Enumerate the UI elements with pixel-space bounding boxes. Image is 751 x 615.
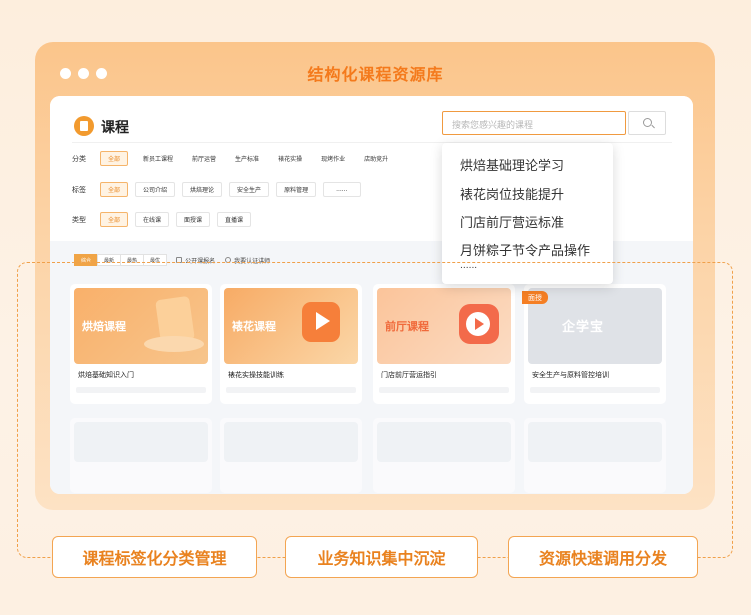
chip[interactable]: 在线课 (135, 212, 170, 227)
search-input[interactable]: 搜索您感兴趣的课程 (442, 111, 626, 135)
chip[interactable]: 裱花实操 (270, 151, 310, 166)
filter-row-tag: 标签 全部 公司介绍 烘焙理论 安全生产 原料管理 ...... (72, 182, 368, 197)
chip[interactable]: 店助竞升 (356, 151, 396, 166)
filter-label: 标签 (72, 185, 86, 194)
dashed-outline (17, 262, 733, 558)
feature-pill: 课程标签化分类管理 (52, 536, 257, 578)
search-button[interactable] (628, 111, 666, 135)
suggestion-item[interactable]: 裱花岗位技能提升 (460, 184, 564, 203)
suggestion-item[interactable]: 门店前厅营运标准 (460, 212, 564, 231)
chip[interactable]: 烘焙理论 (182, 182, 223, 197)
chip[interactable]: 安全生产 (229, 182, 270, 197)
feature-pill: 业务知识集中沉淀 (285, 536, 478, 578)
chip[interactable]: 公司介绍 (135, 182, 176, 197)
filter-label: 分类 (72, 154, 86, 163)
course-logo-icon (74, 116, 94, 136)
chip[interactable]: 前厅运营 (184, 151, 224, 166)
page-title: 课程 (101, 120, 129, 136)
chip-all[interactable]: 全部 (100, 212, 129, 227)
suggestion-item[interactable]: 烘焙基础理论学习 (460, 155, 564, 174)
chip[interactable]: 新员工课程 (135, 151, 181, 166)
chip-all[interactable]: 全部 (100, 151, 129, 166)
filter-row-category: 分类 全部 新员工课程 前厅运营 生产标准 裱花实操 现烤作业 店助竞升 (72, 151, 399, 166)
chip[interactable]: 原料管理 (276, 182, 317, 197)
chip[interactable]: 面授课 (176, 212, 211, 227)
chip-all[interactable]: 全部 (100, 182, 129, 197)
chip[interactable]: 生产标准 (227, 151, 267, 166)
filter-row-type: 类型 全部 在线课 面授课 直播课 (72, 212, 258, 227)
chip[interactable]: 现烤作业 (313, 151, 353, 166)
suggestion-item[interactable]: 月饼粽子节令产品操作 (460, 240, 590, 259)
feature-pill: 资源快速调用分发 (508, 536, 698, 578)
chip[interactable]: 直播课 (217, 212, 252, 227)
filter-label: 类型 (72, 215, 86, 224)
chip-more[interactable]: ...... (323, 182, 361, 197)
frame-title: 结构化课程资源库 (307, 65, 444, 84)
